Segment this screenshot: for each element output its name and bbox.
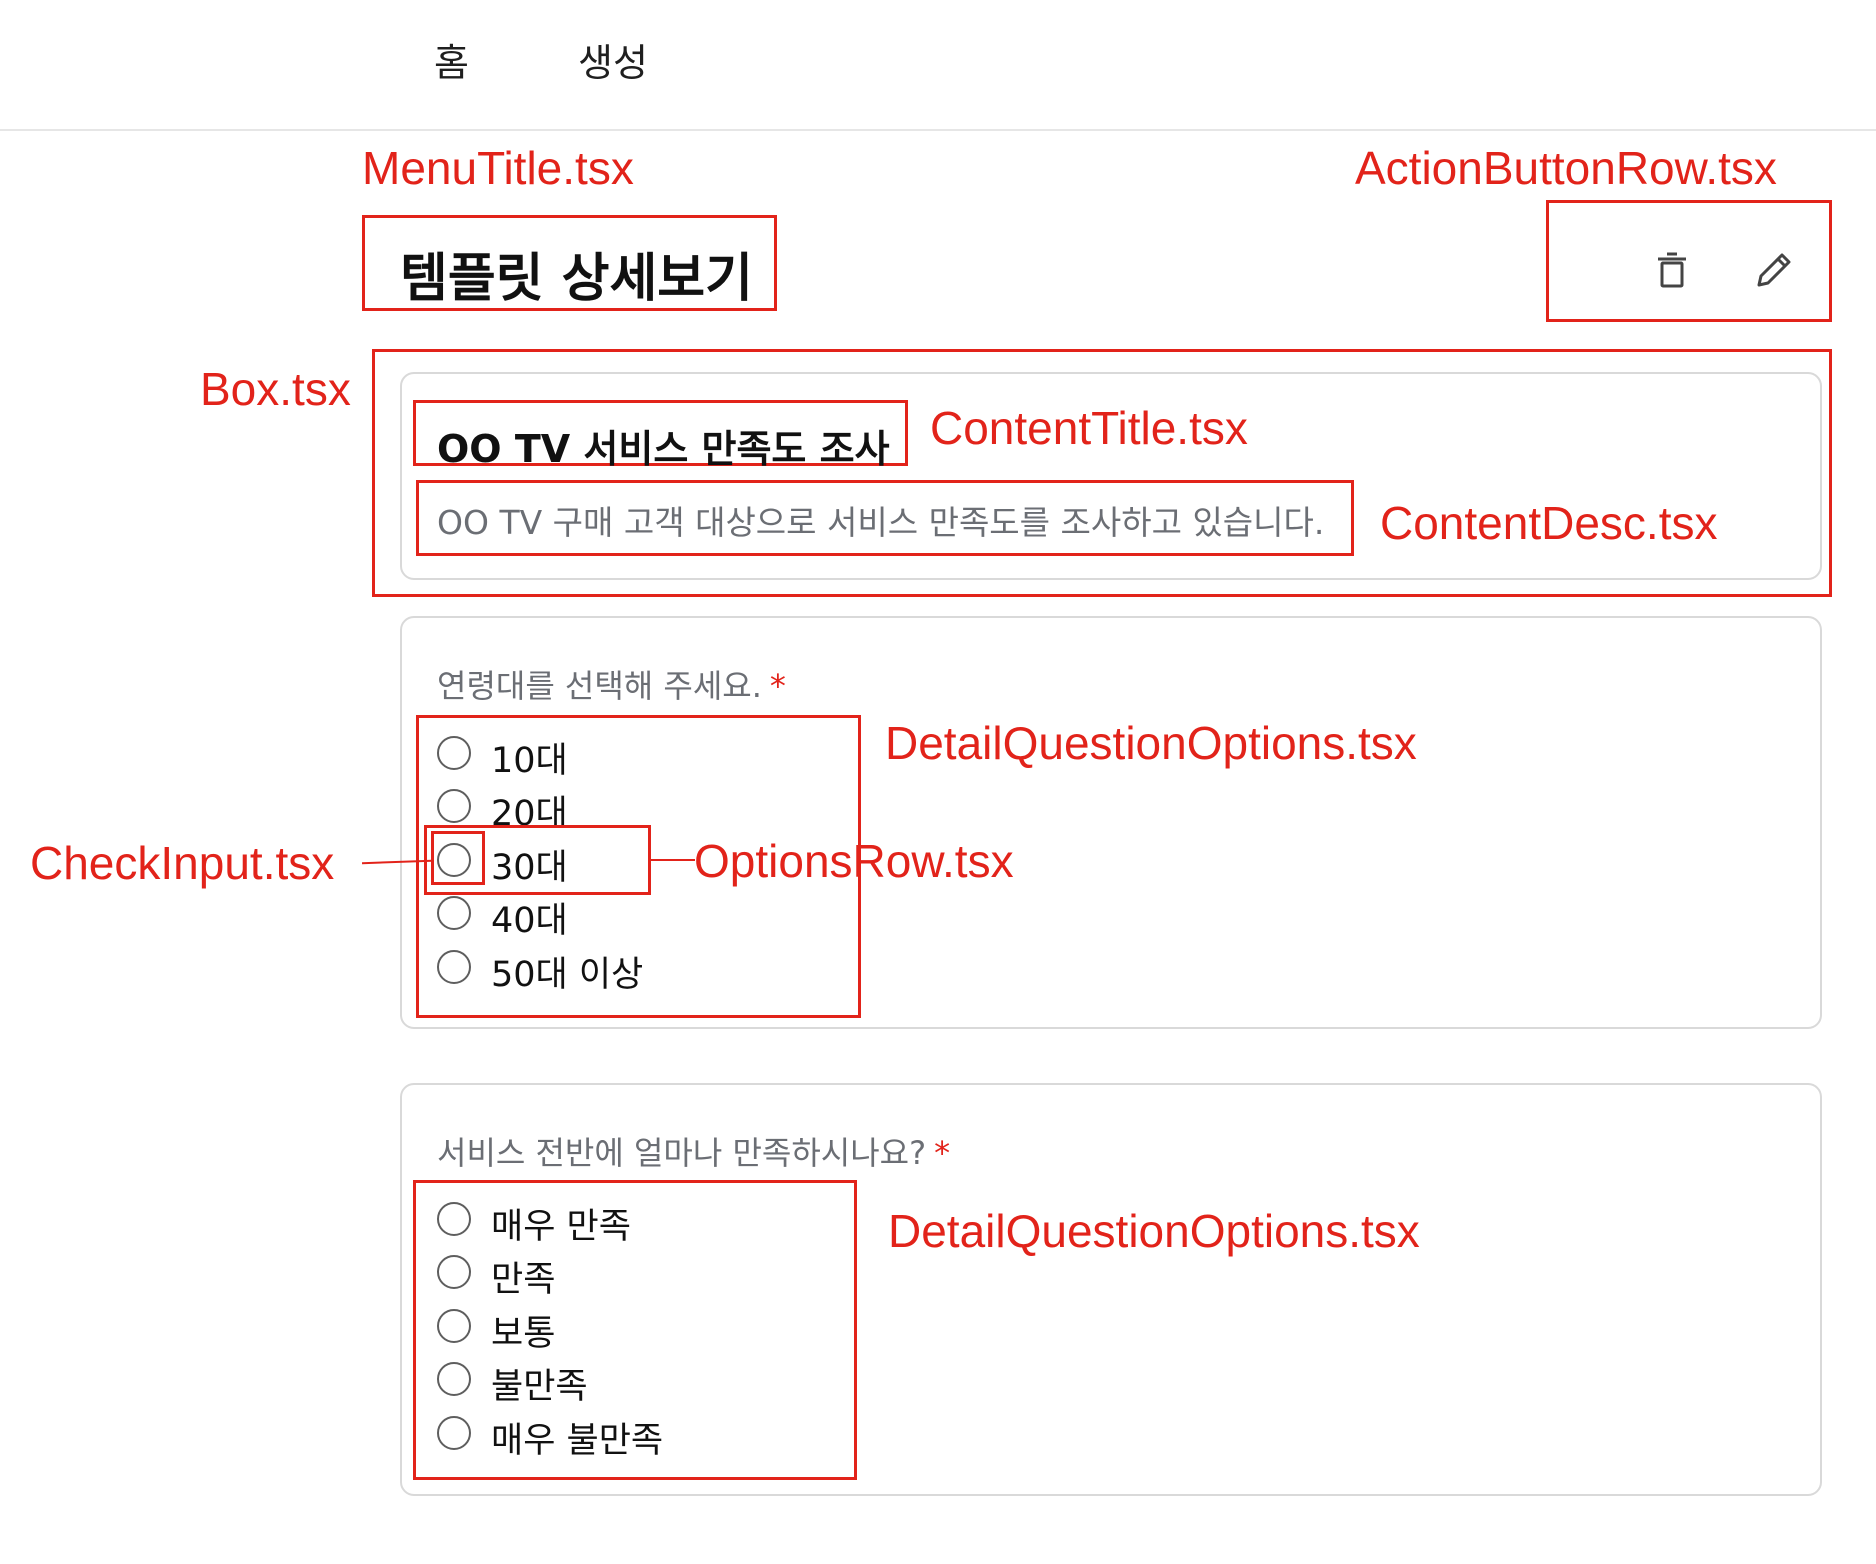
annotation-line-options-row xyxy=(651,859,695,861)
radio-input[interactable] xyxy=(437,1255,471,1289)
question-text-2: 서비스 전반에 얼마나 만족하시나요? * xyxy=(437,1128,950,1174)
top-nav: 홈 생성 xyxy=(0,0,1876,131)
radio-input[interactable] xyxy=(437,896,471,930)
survey-title: OO TV 서비스 만족도 조사 xyxy=(437,427,890,471)
radio-input[interactable] xyxy=(437,1416,471,1450)
required-mark: * xyxy=(934,1134,951,1172)
annotation-content-desc: ContentDesc.tsx xyxy=(1380,497,1718,549)
radio-input[interactable] xyxy=(437,789,471,823)
nav-create[interactable]: 생성 xyxy=(578,32,648,87)
survey-description: OO TV 구매 고객 대상으로 서비스 만족도를 조사하고 있습니다. xyxy=(437,503,1325,542)
pencil-icon xyxy=(1757,253,1791,287)
annotation-detail-question-options-1: DetailQuestionOptions.tsx xyxy=(885,717,1417,769)
radio-input[interactable] xyxy=(437,1362,471,1396)
annotation-check-input: CheckInput.tsx xyxy=(30,837,335,889)
option-label: 40대 xyxy=(491,901,568,941)
annotation-box-check-input xyxy=(431,831,485,885)
option-label: 10대 xyxy=(491,741,568,781)
annotation-box: Box.tsx xyxy=(200,363,351,415)
option-label: 만족 xyxy=(491,1260,556,1300)
option-label: 매우 만족 xyxy=(491,1207,631,1247)
options-list-2: 매우 만족 만족 보통 불만족 매우 불만족 xyxy=(437,1198,837,1468)
page-title: 템플릿 상세보기 xyxy=(400,249,753,309)
option-label: 보통 xyxy=(491,1314,556,1354)
option-label: 매우 불만족 xyxy=(491,1421,664,1461)
edit-button[interactable] xyxy=(1744,240,1804,300)
question-text-1: 연령대를 선택해 주세요. * xyxy=(437,661,786,707)
nav-home[interactable]: 홈 xyxy=(434,32,469,87)
option-label: 불만족 xyxy=(491,1367,588,1407)
option-label: 50대 이상 xyxy=(491,955,644,995)
annotation-action-button-row: ActionButtonRow.tsx xyxy=(1355,142,1777,194)
radio-input[interactable] xyxy=(437,1309,471,1343)
delete-button[interactable] xyxy=(1642,240,1702,300)
annotation-content-title: ContentTitle.tsx xyxy=(930,402,1248,454)
annotation-menu-title: MenuTitle.tsx xyxy=(362,142,634,194)
radio-input[interactable] xyxy=(437,950,471,984)
annotation-detail-question-options-2: DetailQuestionOptions.tsx xyxy=(888,1205,1420,1257)
required-mark: * xyxy=(769,667,786,705)
radio-input[interactable] xyxy=(437,1202,471,1236)
trash-icon xyxy=(1658,252,1686,288)
question-label: 서비스 전반에 얼마나 만족하시나요? xyxy=(437,1134,927,1172)
annotation-options-row: OptionsRow.tsx xyxy=(694,835,1014,887)
question-label: 연령대를 선택해 주세요. xyxy=(437,667,762,705)
radio-input[interactable] xyxy=(437,736,471,770)
